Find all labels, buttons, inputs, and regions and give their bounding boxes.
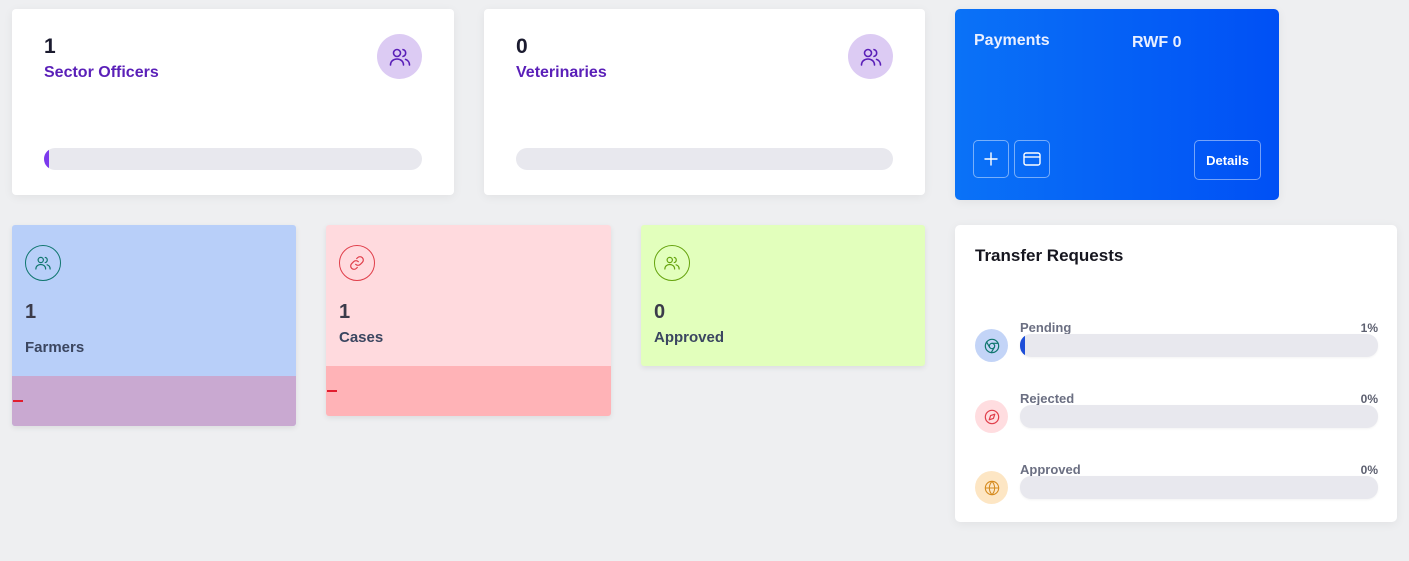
pending-progress (1020, 334, 1378, 357)
farmers-chart-area (12, 376, 296, 426)
approved-label: Approved (654, 329, 725, 346)
transfer-row-rejected: Rejected 0% (975, 391, 1378, 436)
sector-officers-progress-fill (44, 148, 49, 170)
transfer-row-pending: Pending 1% (975, 320, 1378, 365)
users-icon (25, 245, 61, 281)
transfer-requests-card: Transfer Requests Pending 1% Rejected 0% (955, 225, 1397, 522)
veterinaries-card: 0 Veterinaries (484, 9, 925, 195)
payments-details-button[interactable]: Details (1194, 140, 1261, 180)
farmers-count: 1 (25, 301, 37, 323)
farmers-label: Farmers (25, 339, 85, 356)
rejected-progress (1020, 405, 1378, 428)
users-icon (377, 34, 422, 79)
veterinaries-label: Veterinaries (516, 64, 607, 81)
credit-card-icon (1023, 152, 1041, 166)
sector-officers-count: 1 (44, 35, 56, 58)
cases-chart-area (326, 366, 611, 416)
sector-officers-card: 1 Sector Officers (12, 9, 454, 195)
globe-icon (975, 471, 1008, 504)
sector-officers-label: Sector Officers (44, 64, 159, 81)
pending-percent: 1% (1360, 321, 1378, 335)
approved-requests-label: Approved (1020, 462, 1081, 477)
transfer-requests-title: Transfer Requests (975, 246, 1124, 265)
cases-card: 1 Cases (326, 225, 611, 416)
rejected-label: Rejected (1020, 391, 1075, 406)
approved-requests-percent: 0% (1360, 463, 1378, 477)
chart-line (327, 390, 337, 392)
pending-label: Pending (1020, 320, 1072, 335)
payments-amount: RWF 0 (1132, 34, 1182, 51)
card-payment-button[interactable] (1014, 140, 1050, 178)
veterinaries-progress (516, 148, 893, 170)
payments-title: Payments (974, 32, 1050, 49)
add-payment-button[interactable] (973, 140, 1009, 178)
approved-requests-progress (1020, 476, 1378, 499)
veterinaries-count: 0 (516, 35, 528, 58)
approved-card: 0 Approved (641, 225, 925, 366)
approved-count: 0 (654, 301, 666, 323)
chart-line (13, 400, 23, 402)
cases-count: 1 (339, 301, 351, 323)
transfer-row-approved: Approved 0% (975, 462, 1378, 507)
users-icon (654, 245, 690, 281)
chrome-icon (975, 329, 1008, 362)
sector-officers-progress (44, 148, 422, 170)
compass-icon (975, 400, 1008, 433)
plus-icon (984, 152, 998, 166)
link-icon (339, 245, 375, 281)
farmers-card: 1 Farmers (12, 225, 296, 426)
rejected-percent: 0% (1360, 392, 1378, 406)
users-icon (848, 34, 893, 79)
payments-card: Payments RWF 0 Details (955, 9, 1279, 200)
cases-label: Cases (339, 329, 384, 346)
pending-progress-fill (1020, 334, 1025, 357)
